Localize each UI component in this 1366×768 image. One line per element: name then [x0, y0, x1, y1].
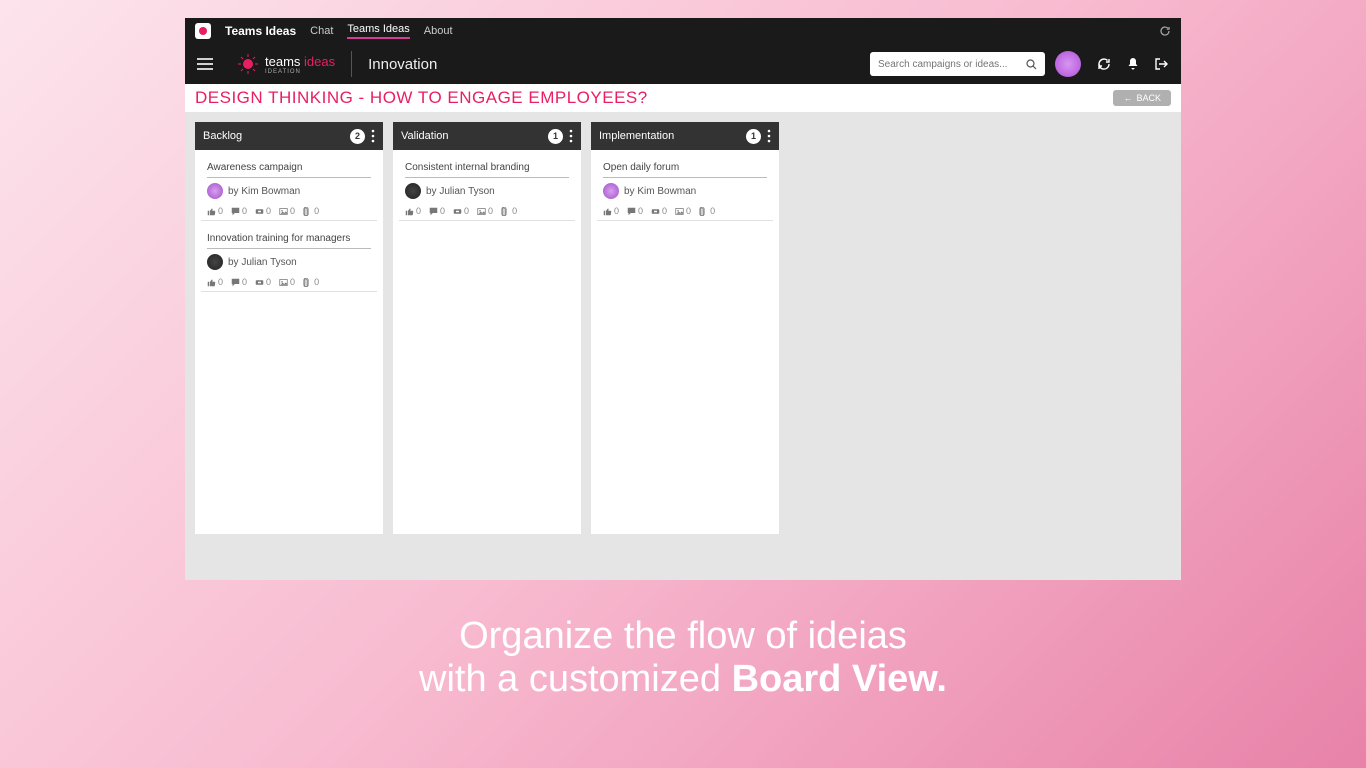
column-menu-icon[interactable]	[767, 129, 771, 143]
avatar-icon	[603, 183, 619, 199]
search-box[interactable]	[870, 52, 1045, 76]
column-header: Backlog2	[195, 122, 383, 150]
column-menu-icon[interactable]	[371, 129, 375, 143]
files-stat: 0	[303, 206, 319, 216]
board-column: Implementation1 Open daily forum by Kim Bo…	[591, 122, 779, 534]
logout-icon[interactable]	[1155, 58, 1169, 70]
likes-stat: 0	[207, 277, 223, 287]
likes-stat: 0	[603, 206, 619, 216]
board-card[interactable]: Innovation training for managers by Julia…	[201, 227, 377, 292]
column-menu-icon[interactable]	[569, 129, 573, 143]
search-icon[interactable]	[1026, 59, 1037, 70]
logo: teams ideas IDEATION	[237, 53, 335, 75]
card-author: by Julian Tyson	[207, 254, 371, 270]
votes-stat: 0	[453, 206, 469, 216]
comments-stat: 0	[429, 206, 445, 216]
user-avatar[interactable]	[1055, 51, 1081, 77]
campaign-header: DESIGN THINKING - HOW TO ENGAGE EMPLOYEE…	[185, 84, 1181, 112]
board-card[interactable]: Consistent internal branding by Julian Ty…	[399, 156, 575, 221]
back-button[interactable]: ← BACK	[1113, 90, 1171, 106]
bell-icon[interactable]	[1127, 57, 1139, 71]
card-author: by Kim Bowman	[207, 183, 371, 199]
lightbulb-icon	[237, 53, 259, 75]
card-stats: 00000	[603, 206, 767, 216]
board-column: Validation1 Consistent internal branding b…	[393, 122, 581, 534]
files-stat: 0	[303, 277, 319, 287]
page-name: Innovation	[368, 56, 437, 73]
images-stat: 0	[279, 277, 295, 287]
card-stats: 00000	[207, 277, 371, 287]
author-name: by Julian Tyson	[426, 186, 495, 197]
board: Backlog2Awareness campaignby Kim Bowman0…	[185, 112, 1181, 580]
board-column: Backlog2Awareness campaignby Kim Bowman0…	[195, 122, 383, 534]
card-stats: 00000	[207, 206, 371, 216]
tab-teams-ideas[interactable]: Teams Ideas	[347, 23, 409, 39]
logo-text: teams ideas	[265, 54, 335, 69]
avatar-icon	[405, 183, 421, 199]
back-label: BACK	[1136, 93, 1161, 103]
refresh-icon[interactable]	[1159, 25, 1171, 37]
column-header: Implementation1	[591, 122, 779, 150]
app-title: Teams Ideas	[225, 24, 296, 38]
card-author: by Julian Tyson	[405, 183, 569, 199]
images-stat: 0	[477, 206, 493, 216]
divider	[351, 51, 352, 77]
card-stats: 00000	[405, 206, 569, 216]
likes-stat: 0	[207, 206, 223, 216]
votes-stat: 0	[255, 277, 271, 287]
card-title: Awareness campaign	[207, 162, 371, 178]
column-count-badge: 1	[746, 129, 761, 144]
board-card[interactable]: Open daily forumby Kim Bowman00000	[597, 156, 773, 221]
avatar-icon	[207, 183, 223, 199]
votes-stat: 0	[255, 206, 271, 216]
board-card[interactable]: Awareness campaignby Kim Bowman00000	[201, 156, 377, 221]
column-count-badge: 1	[548, 129, 563, 144]
column-title: Implementation	[599, 130, 746, 142]
author-name: by Kim Bowman	[624, 186, 696, 197]
likes-stat: 0	[405, 206, 421, 216]
card-title: Open daily forum	[603, 162, 767, 178]
search-input[interactable]	[878, 59, 1026, 70]
marketing-line-2: with a customized Board View.	[0, 658, 1366, 701]
app-icon	[195, 23, 211, 39]
column-title: Validation	[401, 130, 548, 142]
arrow-left-icon: ←	[1123, 93, 1132, 103]
toolbar: teams ideas IDEATION Innovation	[185, 44, 1181, 84]
files-stat: 0	[699, 206, 715, 216]
logo-subtext: IDEATION	[265, 69, 335, 75]
marketing-line-1: Organize the flow of ideias	[0, 615, 1366, 658]
hamburger-icon[interactable]	[197, 58, 217, 70]
titlebar: Teams Ideas Chat Teams Ideas About	[185, 18, 1181, 44]
tab-about[interactable]: About	[424, 25, 453, 37]
campaign-title: DESIGN THINKING - HOW TO ENGAGE EMPLOYEE…	[195, 88, 648, 108]
author-name: by Kim Bowman	[228, 186, 300, 197]
column-header: Validation1	[393, 122, 581, 150]
files-stat: 0	[501, 206, 517, 216]
comments-stat: 0	[231, 277, 247, 287]
marketing-text: Organize the flow of ideias with a custo…	[0, 615, 1366, 701]
author-name: by Julian Tyson	[228, 257, 297, 268]
images-stat: 0	[675, 206, 691, 216]
avatar-icon	[207, 254, 223, 270]
tab-chat[interactable]: Chat	[310, 25, 333, 37]
sync-icon[interactable]	[1097, 57, 1111, 71]
comments-stat: 0	[627, 206, 643, 216]
column-count-badge: 2	[350, 129, 365, 144]
card-title: Innovation training for managers	[207, 233, 371, 249]
card-title: Consistent internal branding	[405, 162, 569, 178]
app-window: Teams Ideas Chat Teams Ideas About teams…	[185, 18, 1181, 580]
votes-stat: 0	[651, 206, 667, 216]
comments-stat: 0	[231, 206, 247, 216]
card-author: by Kim Bowman	[603, 183, 767, 199]
column-title: Backlog	[203, 130, 350, 142]
images-stat: 0	[279, 206, 295, 216]
